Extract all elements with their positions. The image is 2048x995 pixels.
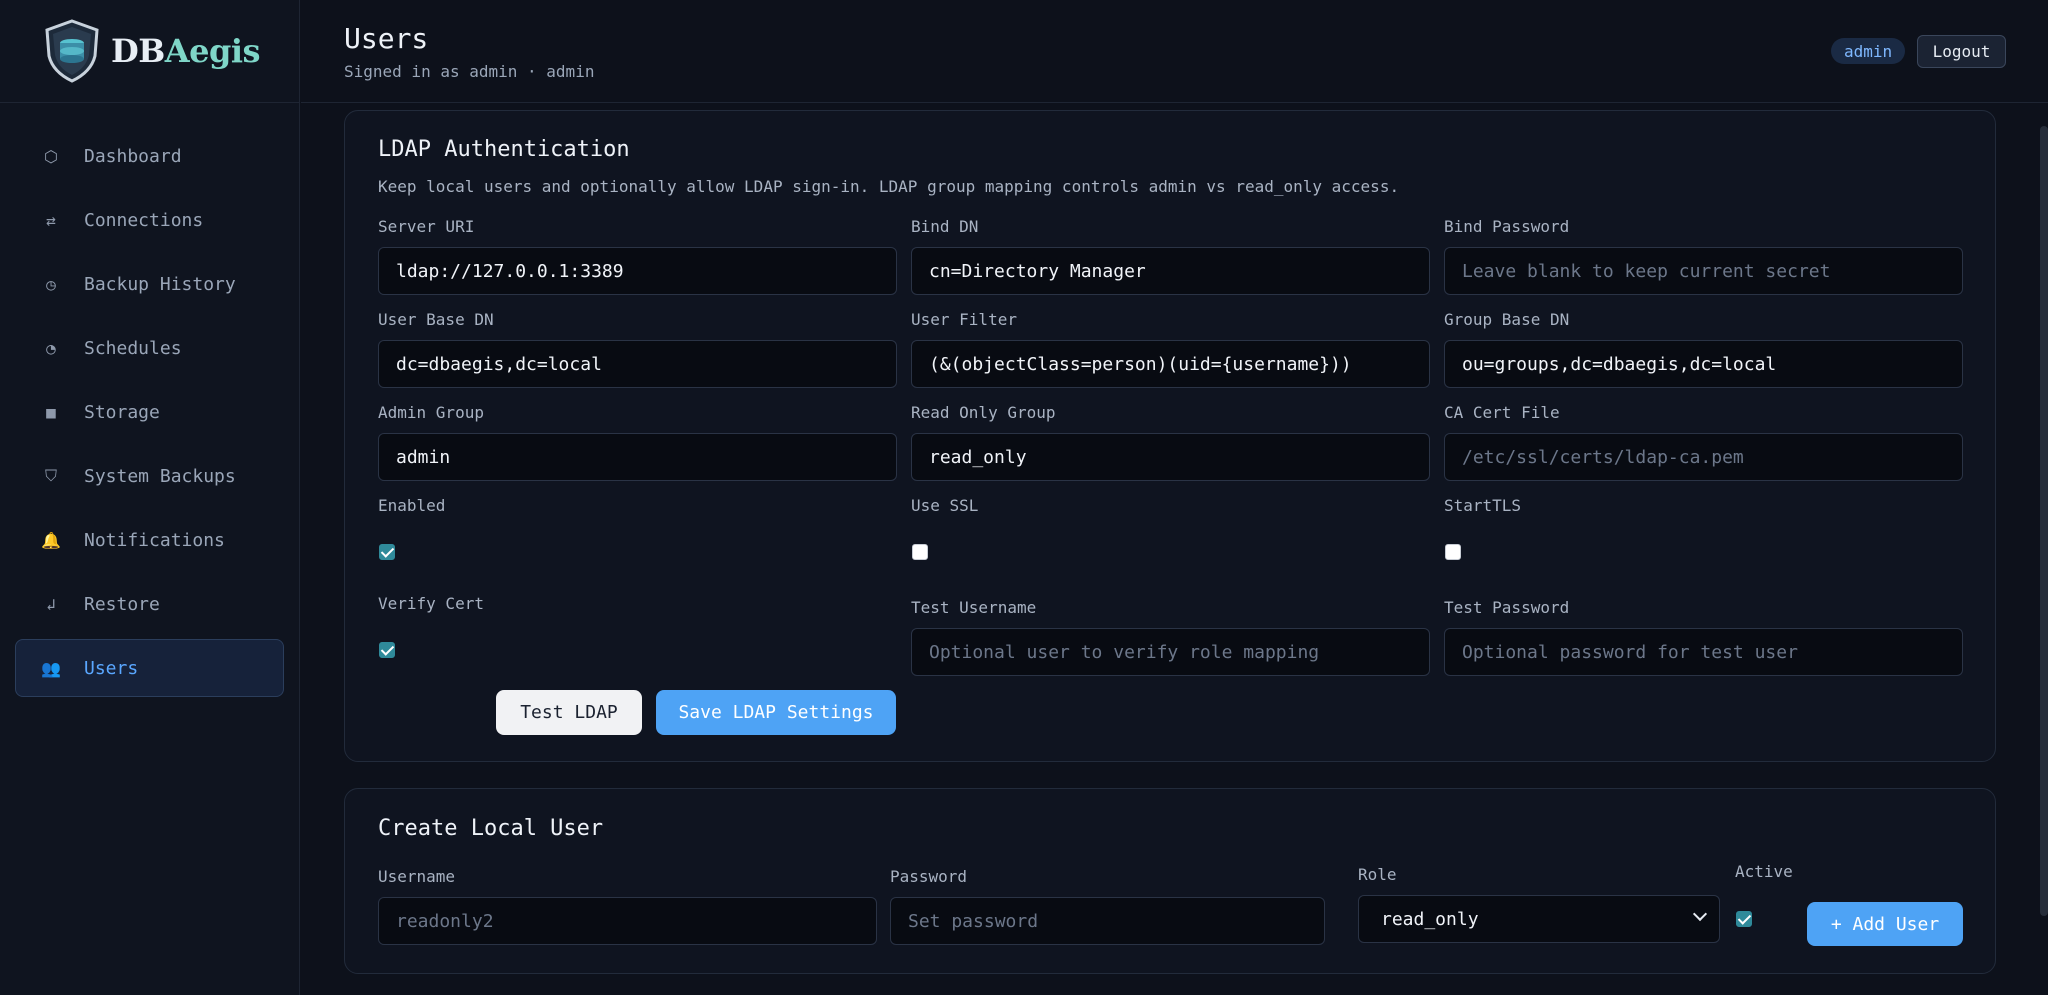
chevron-down-icon (1692, 906, 1708, 922)
sidebar-item-restore[interactable]: ↲ Restore (15, 575, 284, 633)
bell-icon: 🔔 (41, 530, 61, 550)
sidebar-item-label: Storage (84, 401, 160, 423)
sidebar-item-label: Connections (84, 209, 204, 231)
password-input[interactable] (890, 897, 1325, 945)
enabled-label: Enabled (378, 496, 446, 515)
server-uri-label: Server URI (378, 217, 475, 236)
ldap-title: LDAP Authentication (378, 137, 630, 162)
group-base-dn-input[interactable] (1444, 340, 1963, 388)
sidebar-item-system-backups[interactable]: ⛉ System Backups (15, 447, 284, 505)
sidebar-item-users[interactable]: 👥 Users (15, 639, 284, 697)
bind-password-label: Bind Password (1444, 217, 1570, 236)
shield-logo-icon (45, 19, 99, 83)
restore-arrow-icon: ↲ (46, 594, 56, 614)
sidebar-item-storage[interactable]: ■ Storage (15, 383, 284, 441)
test-ldap-button[interactable]: Test LDAP (496, 690, 642, 735)
page-title: Users (344, 22, 429, 55)
password-label: Password (890, 867, 968, 886)
user-base-dn-label: User Base DN (378, 310, 494, 329)
sidebar-item-label: System Backups (84, 465, 236, 487)
user-filter-label: User Filter (911, 310, 1017, 329)
admin-group-input[interactable] (378, 433, 897, 481)
users-icon: 👥 (41, 658, 61, 678)
sidebar-item-schedules[interactable]: ◔ Schedules (15, 319, 284, 377)
role-select[interactable]: read_only (1358, 895, 1720, 943)
sidebar: DBAegis ⬡ Dashboard ⇄ Connections ◷ Back… (0, 0, 300, 995)
brand-name: DBAegis (110, 32, 261, 70)
active-checkbox[interactable] (1736, 911, 1752, 927)
scrollbar-thumb[interactable] (2040, 126, 2048, 916)
pie-chart-icon: ◔ (46, 338, 56, 358)
role-select-value: read_only (1381, 908, 1479, 930)
user-filter-input[interactable] (911, 340, 1430, 388)
clock-icon: ◷ (46, 274, 56, 294)
page-header: Users Signed in as admin · admin admin L… (301, 0, 2048, 103)
ldap-card: LDAP Authentication Keep local users and… (344, 110, 1996, 762)
read-only-group-input[interactable] (911, 433, 1430, 481)
sidebar-item-label: Backup History (84, 273, 236, 295)
starttls-label: StartTLS (1444, 496, 1522, 515)
use-ssl-checkbox[interactable] (912, 544, 928, 560)
sidebar-item-label: Dashboard (84, 145, 182, 167)
sidebar-item-notifications[interactable]: 🔔 Notifications (15, 511, 284, 569)
username-input[interactable] (378, 897, 877, 945)
bind-dn-label: Bind DN (911, 217, 979, 236)
hexagon-icon: ⬡ (44, 146, 58, 166)
ca-cert-file-label: CA Cert File (1444, 403, 1560, 422)
bind-dn-input[interactable] (911, 247, 1430, 295)
brand-logo: DBAegis (0, 0, 299, 103)
create-user-card: Create Local User Username Password Role… (344, 788, 1996, 974)
ca-cert-file-input[interactable] (1444, 433, 1963, 481)
role-label: Role (1358, 865, 1397, 884)
active-label: Active (1735, 862, 1793, 881)
sidebar-nav: ⬡ Dashboard ⇄ Connections ◷ Backup Histo… (0, 103, 299, 697)
username-label: Username (378, 867, 456, 886)
bind-password-input[interactable] (1444, 247, 1963, 295)
sidebar-item-label: Users (84, 657, 139, 679)
storage-block-icon: ■ (46, 402, 56, 422)
admin-group-label: Admin Group (378, 403, 484, 422)
arrows-exchange-icon: ⇄ (46, 210, 56, 230)
verify-cert-checkbox[interactable] (379, 642, 395, 658)
sidebar-item-dashboard[interactable]: ⬡ Dashboard (15, 127, 284, 185)
save-ldap-settings-button[interactable]: Save LDAP Settings (656, 690, 896, 735)
enabled-checkbox[interactable] (379, 544, 395, 560)
server-uri-input[interactable] (378, 247, 897, 295)
ldap-description: Keep local users and optionally allow LD… (378, 177, 1400, 196)
test-password-input[interactable] (1444, 628, 1963, 676)
role-badge: admin (1831, 38, 1906, 64)
test-password-label: Test Password (1444, 598, 1570, 617)
group-base-dn-label: Group Base DN (1444, 310, 1570, 329)
sidebar-item-backup-history[interactable]: ◷ Backup History (15, 255, 284, 313)
user-base-dn-input[interactable] (378, 340, 897, 388)
logout-button[interactable]: Logout (1917, 35, 2006, 68)
create-user-title: Create Local User (378, 816, 604, 841)
sidebar-item-connections[interactable]: ⇄ Connections (15, 191, 284, 249)
signed-in-subtitle: Signed in as admin · admin (344, 62, 595, 81)
sidebar-item-label: Schedules (84, 337, 182, 359)
read-only-group-label: Read Only Group (911, 403, 1056, 422)
use-ssl-label: Use SSL (911, 496, 979, 515)
add-user-button[interactable]: + Add User (1807, 902, 1963, 946)
test-username-label: Test Username (911, 598, 1037, 617)
sidebar-item-label: Notifications (84, 529, 225, 551)
verify-cert-label: Verify Cert (378, 594, 484, 613)
test-username-input[interactable] (911, 628, 1430, 676)
starttls-checkbox[interactable] (1445, 544, 1461, 560)
sidebar-item-label: Restore (84, 593, 160, 615)
shield-icon: ⛉ (44, 466, 57, 485)
